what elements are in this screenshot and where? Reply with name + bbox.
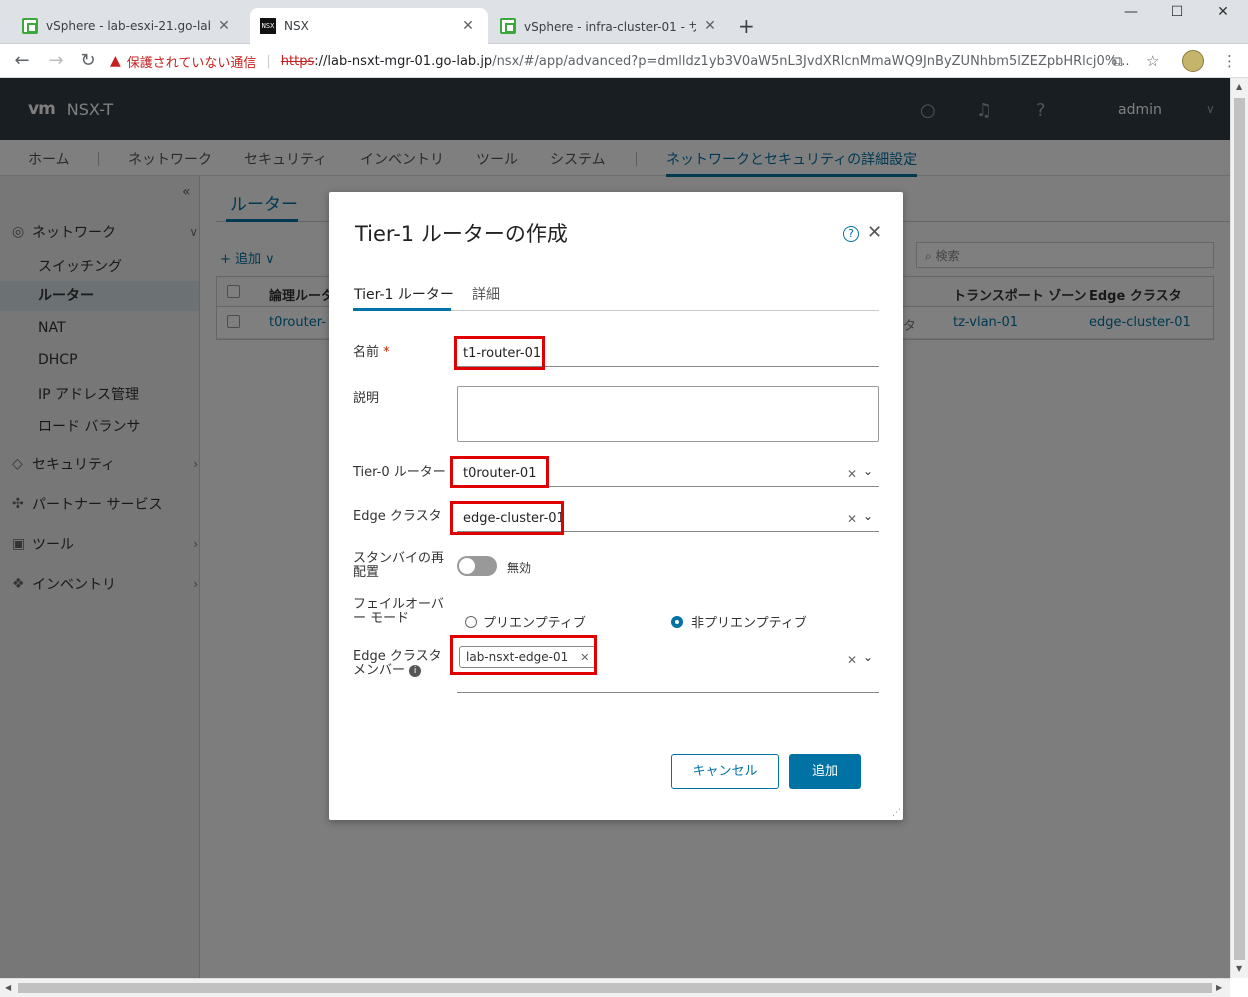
warning-icon: ▲: [110, 53, 121, 69]
bookmark-star-icon[interactable]: ☆: [1146, 52, 1159, 70]
clear-icon[interactable]: ✕: [847, 512, 857, 526]
tab-title: vSphere - lab-esxi-21.go-lab.jp -: [46, 19, 210, 33]
divider: |: [266, 53, 271, 69]
toggle-knob: [459, 558, 475, 574]
new-tab-button[interactable]: +: [738, 14, 755, 38]
name-label: 名前 *: [353, 346, 390, 360]
forward-icon[interactable]: →: [46, 50, 66, 71]
url-host: ://lab-nsxt-mgr-01.go-lab.jp: [314, 53, 493, 69]
scroll-down-icon[interactable]: ▼: [1236, 964, 1242, 973]
description-label: 説明: [353, 391, 380, 406]
tier0-label: Tier-0 ルーター: [353, 465, 446, 480]
highlight-box: [450, 456, 549, 488]
url-scheme: https: [280, 53, 315, 69]
tab-details[interactable]: 詳細: [472, 284, 500, 304]
url-path: /nsx/#/app/advanced?p=dmlldz1yb3V0aW5nL3…: [492, 53, 1130, 69]
clear-icon[interactable]: ✕: [847, 467, 857, 481]
scroll-up-icon[interactable]: ▲: [1236, 82, 1242, 91]
resize-handle[interactable]: ⋰: [892, 808, 901, 818]
members-label: Edge クラスタメンバー i: [353, 650, 449, 678]
radio-non-preemptive[interactable]: [671, 616, 683, 628]
browser-tab-vsphere-esxi[interactable]: vSphere - lab-esxi-21.go-lab.jp - ✕: [12, 8, 244, 44]
tab-title: NSX: [284, 19, 309, 33]
horizontal-scrollbar[interactable]: ◀ ▶: [0, 978, 1230, 997]
info-icon[interactable]: i: [409, 664, 422, 677]
browser-toolbar: ← → ↻ ▲ 保護されていない通信 | https ://lab-nsxt-m…: [0, 44, 1248, 78]
tab-tier1-router[interactable]: Tier-1 ルーター: [354, 284, 454, 304]
radio-preemptive[interactable]: [465, 616, 477, 628]
scroll-thumb[interactable]: [1234, 98, 1245, 960]
close-tab-icon[interactable]: ✕: [460, 18, 476, 34]
close-window-button[interactable]: ✕: [1200, 4, 1246, 20]
minimize-button[interactable]: —: [1108, 4, 1154, 20]
close-tab-icon[interactable]: ✕: [216, 18, 232, 34]
highlight-box: [450, 501, 564, 535]
vsphere-icon: [500, 18, 516, 34]
tab-underline: [353, 308, 451, 311]
tab-title: vSphere - infra-cluster-01 - サマリ: [524, 19, 696, 34]
chevron-down-icon[interactable]: ⌄: [863, 464, 873, 478]
browser-tab-vsphere-cluster[interactable]: vSphere - infra-cluster-01 - サマリ ✕: [490, 8, 730, 44]
chevron-down-icon[interactable]: ⌄: [863, 509, 873, 523]
required-mark: *: [383, 345, 390, 360]
standby-toggle[interactable]: [457, 556, 497, 576]
vertical-scrollbar[interactable]: ▲ ▼: [1230, 78, 1248, 978]
clear-icon[interactable]: ✕: [847, 653, 857, 667]
nsx-icon: NSX: [260, 18, 276, 34]
radio-preemptive-label[interactable]: プリエンプティブ: [483, 612, 586, 631]
description-textarea[interactable]: [457, 386, 879, 442]
standby-label: スタンバイの再配置: [353, 551, 445, 580]
dialog-title: Tier-1 ルーターの作成: [355, 222, 568, 246]
radio-non-preemptive-label[interactable]: 非プリエンプティブ: [691, 612, 807, 631]
profile-avatar[interactable]: [1182, 50, 1204, 72]
name-label-text: 名前: [353, 345, 380, 360]
reload-icon[interactable]: ↻: [78, 50, 98, 71]
cancel-button[interactable]: キャンセル: [671, 754, 779, 789]
vsphere-icon: [22, 18, 38, 34]
standby-status: 無効: [507, 561, 532, 575]
translate-icon[interactable]: ⧉: [1112, 52, 1123, 70]
address-bar[interactable]: ▲ 保護されていない通信 | https ://lab-nsxt-mgr-01.…: [110, 47, 1170, 75]
menu-icon[interactable]: ⋮: [1222, 52, 1237, 70]
scroll-right-icon[interactable]: ▶: [1216, 983, 1222, 992]
help-icon[interactable]: ?: [843, 226, 859, 242]
edge-cluster-label: Edge クラスタ: [353, 509, 442, 524]
back-icon[interactable]: ←: [12, 50, 32, 71]
highlight-box: [454, 336, 545, 370]
maximize-button[interactable]: ☐: [1154, 4, 1200, 20]
chevron-down-icon[interactable]: ⌄: [863, 650, 873, 664]
scroll-thumb[interactable]: [18, 983, 1212, 993]
browser-tabbar: vSphere - lab-esxi-21.go-lab.jp - ✕ NSX …: [0, 0, 1248, 44]
failover-label: フェイルオーバー モード: [353, 597, 444, 626]
close-tab-icon[interactable]: ✕: [702, 18, 718, 34]
scroll-left-icon[interactable]: ◀: [5, 983, 11, 992]
highlight-box: [450, 635, 597, 675]
security-status: 保護されていない通信: [126, 55, 257, 71]
add-button[interactable]: 追加: [789, 754, 861, 789]
browser-tab-nsx[interactable]: NSX NSX ✕: [250, 8, 488, 44]
create-tier1-router-dialog: Tier-1 ルーターの作成 ? ✕ Tier-1 ルーター 詳細 名前 * t…: [329, 192, 903, 820]
members-label-text: Edge クラスタメンバー: [353, 649, 442, 678]
close-icon[interactable]: ✕: [867, 222, 882, 243]
members-underline: [457, 692, 879, 693]
